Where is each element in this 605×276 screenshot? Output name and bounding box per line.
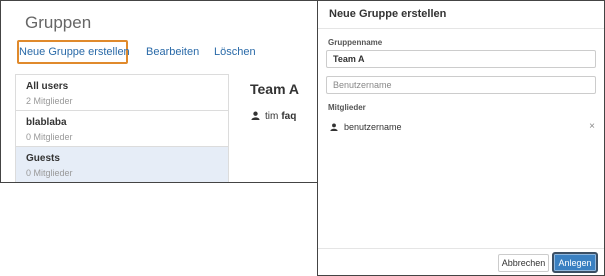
group-item-all-users[interactable]: All users 2 Mitglieder bbox=[16, 75, 228, 111]
groups-panel: Gruppen Neue Gruppe erstellen Bearbeiten… bbox=[0, 0, 318, 183]
selected-group-title: Team A bbox=[250, 81, 300, 97]
group-member-count: 0 Mitglieder bbox=[26, 132, 73, 142]
member-extra: faq bbox=[281, 111, 297, 122]
username-input[interactable] bbox=[326, 76, 596, 94]
member-entry-name: benutzername bbox=[344, 122, 402, 132]
group-name-label: Gruppenname bbox=[328, 38, 383, 47]
delete-group-button[interactable]: Löschen bbox=[214, 40, 256, 64]
user-icon bbox=[251, 111, 260, 120]
group-list: All users 2 Mitglieder blablaba 0 Mitgli… bbox=[15, 74, 229, 182]
cancel-button[interactable]: Abbrechen bbox=[498, 254, 549, 272]
group-item-guests[interactable]: Guests 0 Mitglieder bbox=[16, 147, 228, 182]
edit-group-button[interactable]: Bearbeiten bbox=[146, 40, 199, 64]
group-member-count: 0 Mitglieder bbox=[26, 168, 73, 178]
member-name: tim bbox=[265, 111, 279, 122]
create-button[interactable]: Anlegen bbox=[552, 252, 598, 273]
dialog-title: Neue Gruppe erstellen bbox=[318, 1, 604, 29]
group-item-blablaba[interactable]: blablaba 0 Mitglieder bbox=[16, 111, 228, 147]
group-name: blablaba bbox=[26, 117, 67, 128]
user-icon bbox=[330, 123, 338, 131]
group-name: Guests bbox=[26, 153, 60, 164]
create-group-dialog: Neue Gruppe erstellen Gruppenname Mitgli… bbox=[317, 0, 605, 276]
page-title: Gruppen bbox=[25, 13, 92, 32]
group-member-count: 2 Mitglieder bbox=[26, 96, 73, 106]
member-entry: benutzername × bbox=[330, 121, 595, 132]
group-name-input[interactable] bbox=[326, 50, 596, 68]
member-row: tim faq bbox=[251, 111, 296, 122]
close-icon[interactable]: × bbox=[589, 121, 595, 132]
group-name: All users bbox=[26, 81, 69, 92]
dialog-footer: Abbrechen Anlegen bbox=[318, 248, 604, 275]
create-group-button[interactable]: Neue Gruppe erstellen bbox=[17, 40, 130, 64]
members-label: Mitglieder bbox=[328, 103, 366, 112]
